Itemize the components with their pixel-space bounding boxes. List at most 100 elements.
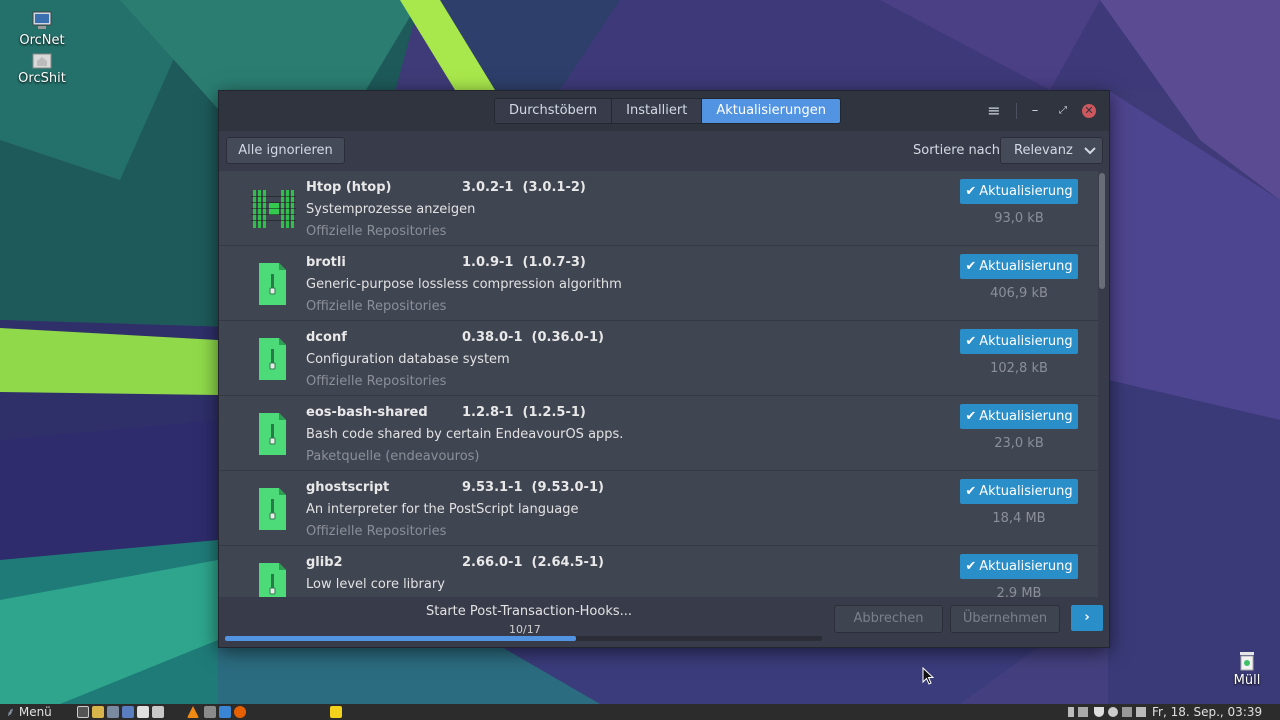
sort-value: Relevanz	[1014, 143, 1073, 158]
update-button[interactable]: ✔ Aktualisierung	[960, 554, 1078, 579]
terminal-icon[interactable]	[77, 706, 89, 718]
start-menu-label: Menü	[18, 705, 52, 719]
editor-icon[interactable]	[137, 706, 149, 718]
package-name: dconf	[306, 330, 347, 345]
package-version: 2.66.0-1 (2.64.5-1)	[462, 555, 604, 570]
clipboard-icon[interactable]	[1136, 707, 1146, 717]
update-button-label: Aktualisierung	[979, 559, 1073, 574]
tab-installed[interactable]: Installiert	[611, 99, 702, 123]
package-version: 9.53.1-1 (9.53.0-1)	[462, 480, 604, 495]
package-name: brotli	[306, 255, 346, 270]
package-description: Bash code shared by certain EndeavourOS …	[306, 427, 624, 442]
checkmark-icon: ✔	[965, 409, 977, 424]
package-version: 1.0.9-1 (1.0.7-3)	[462, 255, 586, 270]
package-name: Htop (htop)	[306, 180, 392, 195]
title-separator	[1016, 103, 1017, 119]
archive-icon	[259, 263, 286, 305]
update-button[interactable]: ✔ Aktualisierung	[960, 479, 1078, 504]
calculator-icon[interactable]	[152, 706, 164, 718]
package-size: 93,0 kB	[994, 211, 1044, 226]
archive-icon	[259, 338, 286, 380]
update-button-label: Aktualisierung	[979, 184, 1073, 199]
package-row[interactable]: eos-bash-shared 1.2.8-1 (1.2.5-1) Bash c…	[219, 396, 1098, 471]
tab-updates[interactable]: Aktualisierungen	[701, 99, 840, 123]
network-icon[interactable]	[1068, 707, 1074, 717]
desktop-icon-trash[interactable]: Müll	[1217, 650, 1277, 688]
taskbar: ⸙ Menü Fr, 18. Sep., 03:39	[0, 704, 1280, 720]
package-description: Systemprozesse anzeigen	[306, 202, 476, 217]
package-description: Low level core library	[306, 577, 445, 592]
chevron-down-icon	[1084, 147, 1096, 155]
mouse-cursor-icon	[922, 667, 934, 685]
package-version: 1.2.8-1 (1.2.5-1)	[462, 405, 586, 420]
desktop-icon-orcnet[interactable]: OrcNet	[12, 10, 72, 48]
update-button-label: Aktualisierung	[979, 484, 1073, 499]
package-name: ghostscript	[306, 480, 390, 495]
transaction-status: Starte Post-Transaction-Hooks...	[426, 604, 633, 619]
restore-button[interactable]: ⤢	[1054, 102, 1072, 120]
package-version: 0.38.0-1 (0.36.0-1)	[462, 330, 604, 345]
progress-count: 10/17	[509, 623, 541, 636]
package-row[interactable]: dconf 0.38.0-1 (0.36.0-1) Configuration …	[219, 321, 1098, 396]
package-size: 2,9 MB	[996, 586, 1042, 597]
key-icon[interactable]	[1108, 707, 1118, 717]
signal-icon[interactable]	[1122, 707, 1132, 717]
package-size: 406,9 kB	[990, 286, 1048, 301]
desktop-icon-orcshit[interactable]: OrcShit	[12, 50, 72, 86]
update-button[interactable]: ✔ Aktualisierung	[960, 179, 1078, 204]
update-button[interactable]: ✔ Aktualisierung	[960, 329, 1078, 354]
package-manager-window: Durchstöbern Installiert Aktualisierunge…	[218, 90, 1110, 648]
package-repository: Offizielle Repositories	[306, 374, 447, 389]
apply-button[interactable]: Übernehmen	[950, 605, 1060, 633]
sort-label: Sortiere nach	[913, 143, 1001, 158]
start-menu-button[interactable]: ⸙ Menü	[6, 704, 52, 720]
list-scrollbar[interactable]	[1099, 173, 1105, 289]
progress-bar	[225, 636, 822, 641]
trash-icon	[1240, 652, 1254, 671]
monitor-icon[interactable]	[107, 706, 119, 718]
tab-browse[interactable]: Durchstöbern	[495, 99, 612, 123]
next-button[interactable]: ›	[1071, 605, 1103, 631]
archive-icon	[259, 413, 286, 455]
package-row[interactable]: glib2 2.66.0-1 (2.64.5-1) Low level core…	[219, 546, 1098, 597]
package-row[interactable]: brotli 1.0.9-1 (1.0.7-3) Generic-purpose…	[219, 246, 1098, 321]
file-manager-icon[interactable]	[92, 706, 104, 718]
package-size: 102,8 kB	[990, 361, 1048, 376]
active-window-icon[interactable]	[330, 706, 342, 718]
update-button-label: Aktualisierung	[979, 409, 1073, 424]
update-button-label: Aktualisierung	[979, 259, 1073, 274]
desktop-icon-label: OrcShit	[18, 71, 66, 86]
home-folder-icon	[32, 53, 52, 69]
title-bar[interactable]: Durchstöbern Installiert Aktualisierunge…	[219, 91, 1109, 131]
sort-dropdown[interactable]: Relevanz	[1000, 137, 1103, 164]
firefox-icon[interactable]	[234, 706, 246, 718]
checkmark-icon: ✔	[965, 484, 977, 499]
update-button[interactable]: ✔ Aktualisierung	[960, 404, 1078, 429]
transaction-footer: Starte Post-Transaction-Hooks... 10/17 A…	[219, 599, 1109, 647]
package-repository: Offizielle Repositories	[306, 299, 447, 314]
mail-icon[interactable]	[219, 706, 231, 718]
package-name: eos-bash-shared	[306, 405, 428, 420]
package-row[interactable]: Htop (htop) 3.0.2-1 (3.0.1-2) Systemproz…	[219, 171, 1098, 246]
settings-icon[interactable]	[122, 706, 134, 718]
update-button[interactable]: ✔ Aktualisierung	[960, 254, 1078, 279]
ignore-all-button[interactable]: Alle ignorieren	[226, 137, 345, 164]
screenshot-icon[interactable]	[204, 706, 216, 718]
hamburger-menu-icon[interactable]: ≡	[985, 102, 1003, 120]
minimize-button[interactable]: –	[1026, 102, 1044, 120]
package-repository: Offizielle Repositories	[306, 524, 447, 539]
close-button[interactable]: ✕	[1082, 104, 1096, 118]
checkmark-icon: ✔	[965, 334, 977, 349]
cancel-button[interactable]: Abbrechen	[834, 605, 943, 633]
toolbar: Alle ignorieren Sortiere nach Relevanz	[219, 131, 1109, 169]
archive-icon	[259, 563, 286, 597]
clock[interactable]: Fr, 18. Sep., 03:39	[1152, 704, 1262, 720]
volume-icon[interactable]	[1078, 707, 1088, 717]
vlc-icon[interactable]	[187, 706, 199, 718]
desktop-icon-label: OrcNet	[19, 33, 65, 48]
package-row[interactable]: ghostscript 9.53.1-1 (9.53.0-1) An inter…	[219, 471, 1098, 546]
checkmark-icon: ✔	[965, 559, 977, 574]
package-repository: Paketquelle (endeavouros)	[306, 449, 480, 464]
shield-icon[interactable]	[1094, 707, 1104, 717]
view-tabs: Durchstöbern Installiert Aktualisierunge…	[494, 98, 841, 124]
